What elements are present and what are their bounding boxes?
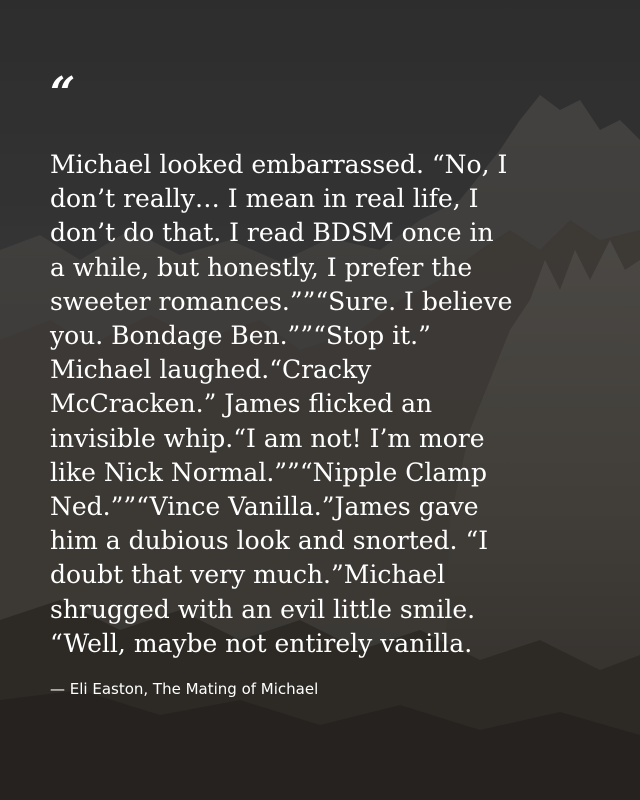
quote-card: “ Michael looked embarrassed. “No, I don… [0,0,640,800]
quote-mark-icon: “ [50,68,76,119]
quote-attribution: — Eli Easton, The Mating of Michael [50,680,319,698]
quote-text: Michael looked embarrassed. “No, I don’t… [50,150,513,658]
